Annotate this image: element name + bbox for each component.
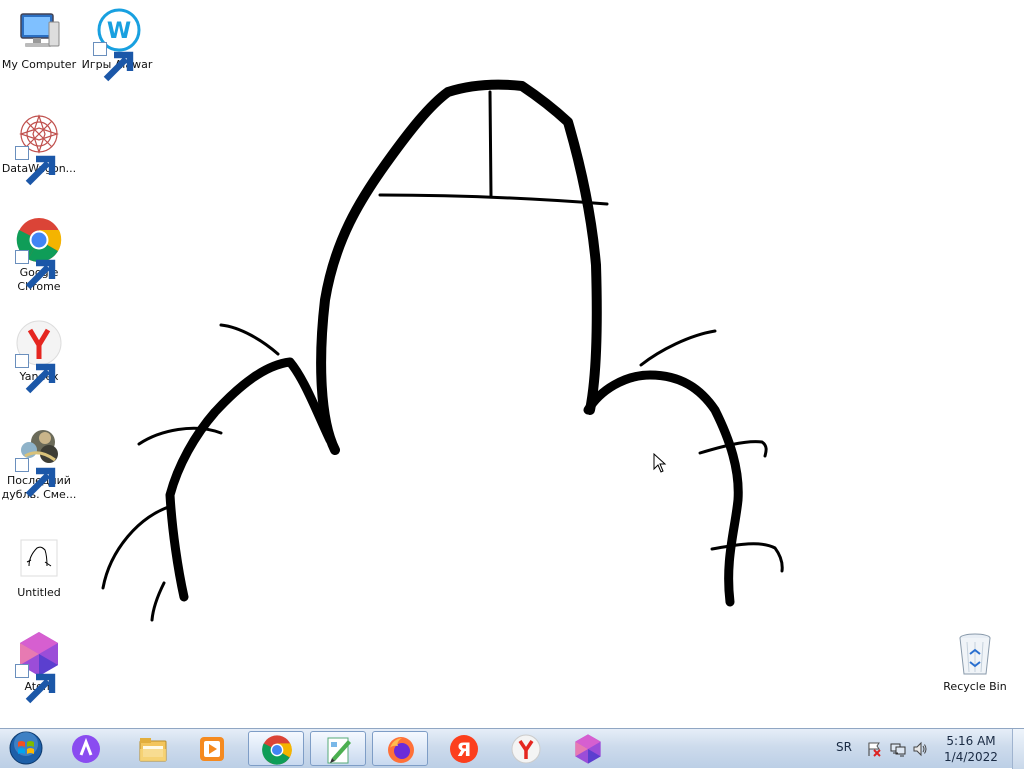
desktop-icon-label: Untitled [17, 586, 61, 599]
network-icon[interactable] [890, 741, 906, 757]
game-icon [15, 424, 63, 498]
desktop-icon-game[interactable]: Последний дубль. Сме... [0, 424, 78, 502]
drawing-right-arm [583, 370, 743, 607]
taskbar-chrome[interactable] [248, 731, 304, 766]
taskbar-explorer[interactable] [125, 731, 181, 766]
shortcut-arrow-icon [15, 458, 56, 498]
desktop-drawing [101, 79, 784, 622]
chrome-icon [15, 216, 63, 290]
yandex-ya-icon: Я [450, 735, 478, 763]
desktop-icon-label: Recycle Bin [943, 680, 1007, 693]
desktop-icon-recycle-bin[interactable]: Recycle Bin [936, 630, 1014, 694]
taskbar-firefox[interactable] [372, 731, 428, 766]
alawar-icon: W [93, 8, 141, 82]
yandex-browser-icon [511, 734, 541, 764]
drawing-dome-vertical-line [488, 90, 493, 198]
shortcut-arrow-icon [15, 664, 56, 704]
recycle-bin-icon [951, 630, 999, 678]
drawing-left-arm [165, 357, 335, 602]
clock-date: 1/4/2022 [944, 750, 998, 764]
system-tray: SR 5:16 AM 1/4/2022 [824, 729, 1024, 769]
taskbar-media-player[interactable] [184, 731, 240, 766]
shortcut-arrow-icon [93, 42, 134, 82]
drawing-right-twig-3 [710, 542, 784, 573]
desktop-icon-yandex[interactable]: Yandex [0, 320, 78, 394]
taskbar-yandex-browser[interactable] [498, 731, 554, 766]
svg-text:W: W [107, 19, 131, 44]
yandex-browser-icon [15, 320, 63, 394]
drawing-dome-horizontal-line [378, 193, 609, 206]
datawagon-icon [15, 112, 63, 186]
alice-assistant-icon [72, 735, 100, 763]
start-button[interactable] [4, 729, 48, 769]
drawing-right-twig-1 [639, 329, 717, 367]
clock[interactable]: 5:16 AM 1/4/2022 [936, 733, 1006, 765]
taskbar-alice[interactable] [58, 731, 114, 766]
action-center-flag-icon[interactable] [866, 741, 882, 757]
computer-icon [15, 8, 63, 56]
taskbar-paint[interactable] [310, 731, 366, 766]
drawing-left-twig-1 [219, 323, 280, 356]
atom-icon [15, 630, 63, 704]
desktop-icon-untitled[interactable]: Untitled [0, 536, 78, 600]
svg-text:Я: Я [457, 739, 472, 761]
chrome-icon [262, 735, 292, 765]
clock-time: 5:16 AM [946, 734, 996, 748]
taskbar-atom[interactable] [560, 731, 616, 766]
drawing-left-twig-2 [137, 426, 223, 446]
atom-icon [575, 734, 601, 764]
shortcut-arrow-icon [15, 250, 56, 290]
folder-icon [139, 738, 167, 762]
start-orb-icon [9, 731, 43, 765]
media-player-icon [200, 737, 224, 761]
desktop-icon-atom[interactable]: Atom [0, 630, 78, 704]
taskbar-yandex-ya[interactable]: Я [436, 731, 492, 766]
shortcut-arrow-icon [15, 146, 56, 186]
image-file-icon [15, 536, 63, 584]
drawing-left-twig-4 [150, 581, 166, 622]
desktop-icon-chrome[interactable]: Google Chrome [0, 216, 78, 294]
desktop-icon-my-computer[interactable]: My Computer [0, 8, 78, 72]
shortcut-arrow-icon [15, 354, 56, 394]
paint-icon [327, 737, 351, 764]
drawing-dome-left-stroke [316, 79, 602, 455]
firefox-icon [388, 737, 414, 763]
drawing-left-twig-3 [101, 504, 174, 590]
show-desktop-button[interactable] [1012, 729, 1024, 769]
taskbar: Я SR 5:16 AM 1/4/2022 [0, 728, 1024, 769]
mouse-cursor-icon [653, 453, 667, 473]
desktop-icon-datawagon[interactable]: DataWagon... [0, 112, 78, 186]
language-indicator[interactable]: SR [836, 740, 852, 754]
desktop-icon-alawar[interactable]: W Игры Alawar [78, 8, 156, 82]
volume-icon[interactable] [912, 741, 928, 757]
desktop-icon-label: My Computer [1, 58, 77, 71]
